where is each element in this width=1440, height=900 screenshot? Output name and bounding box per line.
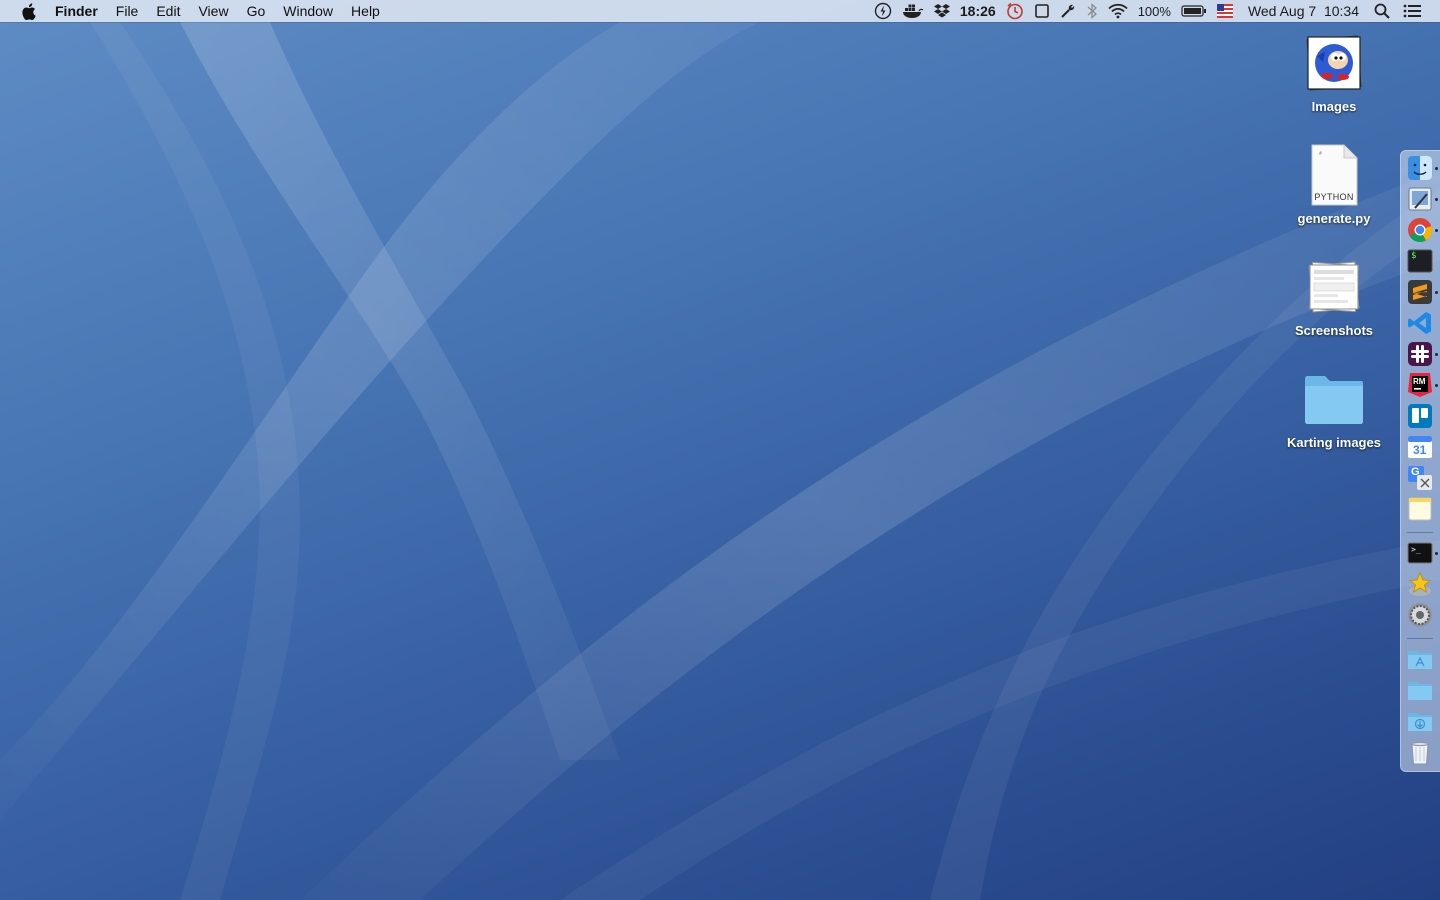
bluetooth-icon[interactable] xyxy=(1086,0,1098,22)
vscode-icon xyxy=(1408,312,1431,334)
menu-app-name[interactable]: Finder xyxy=(46,0,107,22)
power-icon[interactable] xyxy=(874,0,892,22)
desktop-icon-images[interactable]: Images xyxy=(1279,31,1389,114)
running-indicator xyxy=(1435,384,1438,387)
dock-item-system-preferences[interactable] xyxy=(1407,602,1433,628)
timer-readout[interactable]: 18:26 xyxy=(960,0,996,22)
dock-item-google-translate[interactable]: G xyxy=(1407,465,1433,491)
running-indicator xyxy=(1435,552,1438,555)
trash-icon xyxy=(1411,741,1429,765)
python-file-icon: # PYTHON xyxy=(1302,143,1366,207)
dock-item-documents[interactable] xyxy=(1407,677,1433,703)
slack-icon xyxy=(1408,342,1432,366)
image-folder-icon xyxy=(1302,31,1366,95)
dock-item-rubymine[interactable]: RM xyxy=(1407,372,1433,398)
downloads-folder-icon xyxy=(1408,713,1432,731)
menu-view[interactable]: View xyxy=(189,0,237,22)
dock-item-calendar[interactable]: 31 xyxy=(1407,434,1433,460)
dock-item-vscode[interactable] xyxy=(1407,310,1433,336)
dock-separator xyxy=(1407,532,1433,533)
star-icon xyxy=(1408,571,1432,596)
notification-center-icon[interactable] xyxy=(1403,0,1421,22)
translate-letter: G xyxy=(1411,466,1420,478)
dock-item-sublime[interactable] xyxy=(1407,279,1433,305)
chrome-icon xyxy=(1408,218,1433,243)
running-indicator xyxy=(1435,229,1438,232)
desktop-icon-generate-py[interactable]: # PYTHON generate.py xyxy=(1279,143,1389,226)
desktop-icon-label: Screenshots xyxy=(1294,323,1374,338)
apple-icon xyxy=(21,2,36,20)
dock: $ RM 31 G >_ xyxy=(1400,150,1440,772)
menu-window[interactable]: Window xyxy=(274,0,342,22)
desktop-icon-label: generate.py xyxy=(1297,211,1371,226)
dock-item-terminal-2[interactable]: >_ xyxy=(1407,540,1433,566)
dock-separator xyxy=(1407,638,1433,639)
menu-file[interactable]: File xyxy=(107,0,148,22)
notes-icon xyxy=(1408,497,1432,521)
timer-icon[interactable] xyxy=(1006,0,1024,22)
svg-text:#: # xyxy=(1319,151,1322,157)
running-indicator xyxy=(1435,353,1438,356)
rubymine-label: RM xyxy=(1413,377,1426,386)
spotlight-icon[interactable] xyxy=(1374,0,1390,22)
screen-square-icon[interactable] xyxy=(1034,0,1050,22)
desktop-icon-label: Images xyxy=(1311,99,1357,114)
sublime-icon xyxy=(1408,280,1432,304)
system-preferences-icon xyxy=(1408,603,1432,627)
dock-item-applications[interactable] xyxy=(1407,646,1433,672)
applications-folder-icon xyxy=(1408,651,1432,669)
desktop-icon-screenshots[interactable]: Screenshots xyxy=(1279,255,1389,338)
apple-menu[interactable] xyxy=(18,0,38,22)
docker-icon[interactable] xyxy=(902,0,924,22)
python-badge: PYTHON xyxy=(1314,192,1354,202)
dock-item-downloads[interactable] xyxy=(1407,708,1433,734)
dock-item-trash[interactable] xyxy=(1407,739,1433,765)
desktop: Finder File Edit View Go Window Help 18:… xyxy=(0,0,1440,900)
running-indicator xyxy=(1435,198,1438,201)
finder-icon xyxy=(1408,156,1432,180)
documents-folder-icon xyxy=(1408,682,1432,700)
wifi-icon[interactable] xyxy=(1108,0,1128,22)
dropbox-icon[interactable] xyxy=(933,0,950,22)
menu-go[interactable]: Go xyxy=(238,0,275,22)
battery-icon[interactable] xyxy=(1181,0,1207,22)
terminal-prompt: $ xyxy=(1411,251,1417,261)
dock-item-terminal[interactable]: $ xyxy=(1407,248,1433,274)
trello-icon xyxy=(1408,404,1432,428)
dock-item-preview[interactable] xyxy=(1407,186,1433,212)
dock-item-notes[interactable] xyxy=(1407,496,1433,522)
calendar-day: 31 xyxy=(1413,443,1427,457)
tools-icon[interactable] xyxy=(1060,0,1076,22)
input-flag-icon[interactable] xyxy=(1216,0,1233,22)
dock-item-finder[interactable] xyxy=(1407,155,1433,181)
menu-bar: Finder File Edit View Go Window Help 18:… xyxy=(0,0,1440,22)
dock-item-chrome[interactable] xyxy=(1407,217,1433,243)
screenshots-folder-icon xyxy=(1302,255,1366,319)
dock-item-slack[interactable] xyxy=(1407,341,1433,367)
desktop-icon-label: Karting images xyxy=(1287,435,1381,450)
dock-item-trello[interactable] xyxy=(1407,403,1433,429)
datetime[interactable]: Wed Aug 7 10:34 xyxy=(1248,0,1359,22)
dock-item-star-app[interactable] xyxy=(1407,571,1433,597)
folder-icon xyxy=(1302,367,1366,431)
terminal2-prompt: >_ xyxy=(1411,545,1421,554)
menu-help[interactable]: Help xyxy=(342,0,389,22)
running-indicator xyxy=(1435,167,1438,170)
menu-edit[interactable]: Edit xyxy=(147,0,189,22)
battery-percent[interactable]: 100% xyxy=(1138,0,1171,22)
running-indicator xyxy=(1435,291,1438,294)
preview-icon xyxy=(1408,187,1432,211)
desktop-icon-karting-images[interactable]: Karting images xyxy=(1279,367,1389,450)
wallpaper xyxy=(0,22,1440,900)
